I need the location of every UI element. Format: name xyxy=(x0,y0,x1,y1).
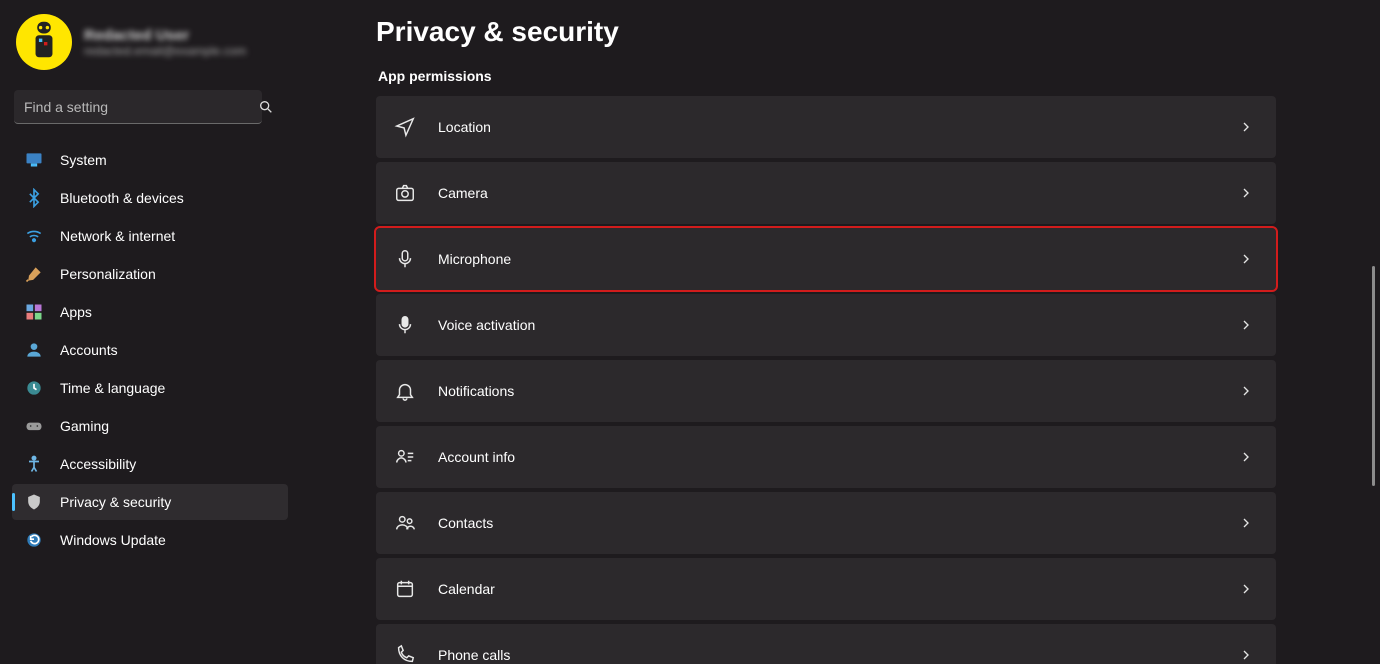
chevron-right-icon xyxy=(1238,119,1254,135)
permission-item-label: Account info xyxy=(438,449,1216,465)
sidebar-item-personalization[interactable]: Personalization xyxy=(12,256,288,292)
profile-email: redacted.email@example.com xyxy=(84,44,246,58)
sidebar-item-update[interactable]: Windows Update xyxy=(12,522,288,558)
sidebar-item-system[interactable]: System xyxy=(12,142,288,178)
chevron-right-icon xyxy=(1238,383,1254,399)
permission-item-accountinfo[interactable]: Account info xyxy=(376,426,1276,488)
permission-item-camera[interactable]: Camera xyxy=(376,162,1276,224)
sidebar-item-label: Gaming xyxy=(60,418,109,434)
sidebar-item-label: Privacy & security xyxy=(60,494,171,510)
scrollbar[interactable] xyxy=(1372,86,1376,654)
permission-item-label: Notifications xyxy=(438,383,1216,399)
shield-icon xyxy=(24,492,44,512)
sidebar-item-apps[interactable]: Apps xyxy=(12,294,288,330)
chevron-right-icon xyxy=(1238,449,1254,465)
sidebar-item-label: Time & language xyxy=(60,380,165,396)
permission-item-contacts[interactable]: Contacts xyxy=(376,492,1276,554)
permission-item-label: Voice activation xyxy=(438,317,1216,333)
paintbrush-icon xyxy=(24,264,44,284)
sidebar-item-label: Bluetooth & devices xyxy=(60,190,184,206)
chevron-right-icon xyxy=(1238,251,1254,267)
search-input[interactable] xyxy=(14,90,262,124)
sidebar-item-privacy[interactable]: Privacy & security xyxy=(12,484,288,520)
permission-item-label: Camera xyxy=(438,185,1216,201)
sidebar-item-label: Accessibility xyxy=(60,456,136,472)
people-icon xyxy=(394,512,416,534)
permission-item-label: Location xyxy=(438,119,1216,135)
permission-item-label: Calendar xyxy=(438,581,1216,597)
permission-item-label: Phone calls xyxy=(438,647,1216,663)
sidebar-item-accounts[interactable]: Accounts xyxy=(12,332,288,368)
avatar xyxy=(16,14,72,70)
sidebar-item-time[interactable]: Time & language xyxy=(12,370,288,406)
bluetooth-icon xyxy=(24,188,44,208)
apps-icon xyxy=(24,302,44,322)
sidebar-item-label: Windows Update xyxy=(60,532,166,548)
bell-icon xyxy=(394,380,416,402)
chevron-right-icon xyxy=(1238,317,1254,333)
sidebar-item-network[interactable]: Network & internet xyxy=(12,218,288,254)
profile-block[interactable]: Redacted User redacted.email@example.com xyxy=(12,10,288,84)
scrollbar-thumb[interactable] xyxy=(1372,266,1375,486)
sidebar-item-label: System xyxy=(60,152,107,168)
microphone-icon xyxy=(394,248,416,270)
wifi-icon xyxy=(24,226,44,246)
permission-item-notifications[interactable]: Notifications xyxy=(376,360,1276,422)
permission-item-voice[interactable]: Voice activation xyxy=(376,294,1276,356)
location-icon xyxy=(394,116,416,138)
permission-item-microphone[interactable]: Microphone xyxy=(376,228,1276,290)
sidebar-item-accessibility[interactable]: Accessibility xyxy=(12,446,288,482)
refresh-icon xyxy=(24,530,44,550)
search-icon xyxy=(258,99,274,115)
permission-item-phonecalls[interactable]: Phone calls xyxy=(376,624,1276,664)
permission-item-location[interactable]: Location xyxy=(376,96,1276,158)
phone-icon xyxy=(394,644,416,664)
account-list-icon xyxy=(394,446,416,468)
chevron-right-icon xyxy=(1238,581,1254,597)
sidebar-item-bluetooth[interactable]: Bluetooth & devices xyxy=(12,180,288,216)
permission-list: Location Camera Microphone xyxy=(376,96,1276,664)
monitor-icon xyxy=(24,150,44,170)
sidebar-item-label: Network & internet xyxy=(60,228,175,244)
search-wrap xyxy=(14,90,286,124)
person-icon xyxy=(24,340,44,360)
permission-item-label: Microphone xyxy=(438,251,1216,267)
main-content: Privacy & security App permissions Locat… xyxy=(300,0,1380,664)
camera-icon xyxy=(394,182,416,204)
profile-name: Redacted User xyxy=(84,27,246,44)
sidebar-item-label: Apps xyxy=(60,304,92,320)
globe-clock-icon xyxy=(24,378,44,398)
permission-item-calendar[interactable]: Calendar xyxy=(376,558,1276,620)
sidebar-item-label: Personalization xyxy=(60,266,156,282)
voice-icon xyxy=(394,314,416,336)
sidebar: Redacted User redacted.email@example.com… xyxy=(0,0,300,664)
chevron-right-icon xyxy=(1238,647,1254,663)
chevron-right-icon xyxy=(1238,185,1254,201)
page-title: Privacy & security xyxy=(376,16,1276,48)
chevron-right-icon xyxy=(1238,515,1254,531)
calendar-icon xyxy=(394,578,416,600)
nav: System Bluetooth & devices Network & int… xyxy=(12,142,288,558)
section-header: App permissions xyxy=(378,68,1276,84)
sidebar-item-gaming[interactable]: Gaming xyxy=(12,408,288,444)
permission-item-label: Contacts xyxy=(438,515,1216,531)
accessibility-icon xyxy=(24,454,44,474)
sidebar-item-label: Accounts xyxy=(60,342,118,358)
gamepad-icon xyxy=(24,416,44,436)
